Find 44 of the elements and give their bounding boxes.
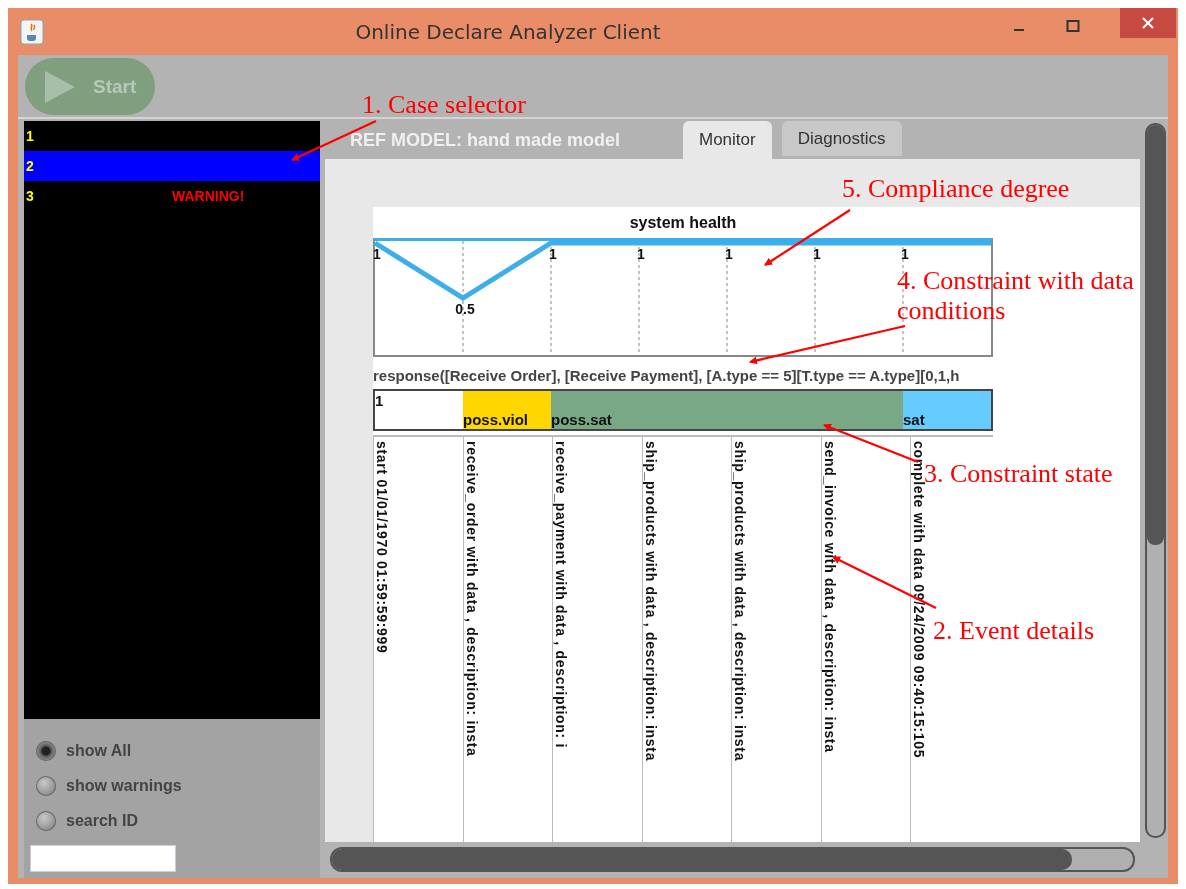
event-detail: send_invoice with data , description: insta [821, 441, 838, 753]
value-label: 1 [725, 246, 733, 262]
radio-circle-icon[interactable] [36, 740, 56, 761]
event-detail: ship_products with data , description: insta [732, 441, 749, 762]
value-label: 1 [637, 246, 645, 262]
event-detail: ship_products with data , description: insta [642, 441, 659, 762]
case-row[interactable]: 2 [24, 151, 320, 181]
constraint-text: response([Receive Order], [Receive Payment], [A.type == 5][T.type == A.type][0,1,h [373, 367, 961, 386]
annotation-label: 2. Event details [933, 616, 1094, 646]
window-title: Online Declare Analyzer Client [354, 19, 662, 44]
radio-button[interactable]: search ID [36, 803, 139, 838]
model-title: REF MODEL: hand made model [350, 130, 621, 151]
radio-button[interactable]: show warnings [36, 768, 182, 803]
value-label: 1 [901, 246, 909, 262]
annotation-label: 5. Compliance degree [842, 174, 1070, 204]
case-row[interactable]: 1 [24, 121, 320, 151]
state-label: poss.viol [463, 411, 529, 428]
chart-title: system health [629, 214, 737, 231]
radio-button[interactable]: show All [36, 733, 132, 768]
tab[interactable]: Diagnostics [781, 121, 902, 156]
state-label: sat [903, 411, 925, 428]
value-label: 1 [813, 246, 821, 262]
value-label: 1 [373, 246, 381, 262]
horizontal-scrollbar[interactable] [330, 847, 1135, 872]
event-detail: receive_order with data , description: insta [463, 441, 480, 757]
close-icon [1141, 16, 1155, 30]
play-icon [43, 68, 77, 105]
annotation-label: 1. Case selector [362, 90, 526, 120]
app-icon [20, 18, 44, 45]
tab[interactable]: Monitor [683, 121, 772, 159]
close-button[interactable] [1120, 8, 1176, 38]
state-label: poss.sat [551, 411, 612, 428]
radio-circle-icon[interactable] [36, 810, 56, 831]
radio-circle-icon[interactable] [36, 775, 56, 796]
search-field[interactable] [30, 845, 176, 872]
state-label: 1 [375, 392, 384, 409]
event-detail: start 01/01/1970 01:59:59:999 [374, 441, 390, 654]
annotation-label: 4. Constraint with data conditions [897, 266, 1135, 326]
value-label: 1 [549, 246, 557, 262]
event-detail: receive_payment with data , description: i [553, 441, 570, 749]
value-label: 0.5 [455, 301, 475, 317]
maximize-icon[interactable] [1066, 19, 1080, 33]
case-row[interactable]: 3 WARNING! [24, 181, 320, 211]
vertical-scrollbar[interactable] [1145, 123, 1166, 838]
